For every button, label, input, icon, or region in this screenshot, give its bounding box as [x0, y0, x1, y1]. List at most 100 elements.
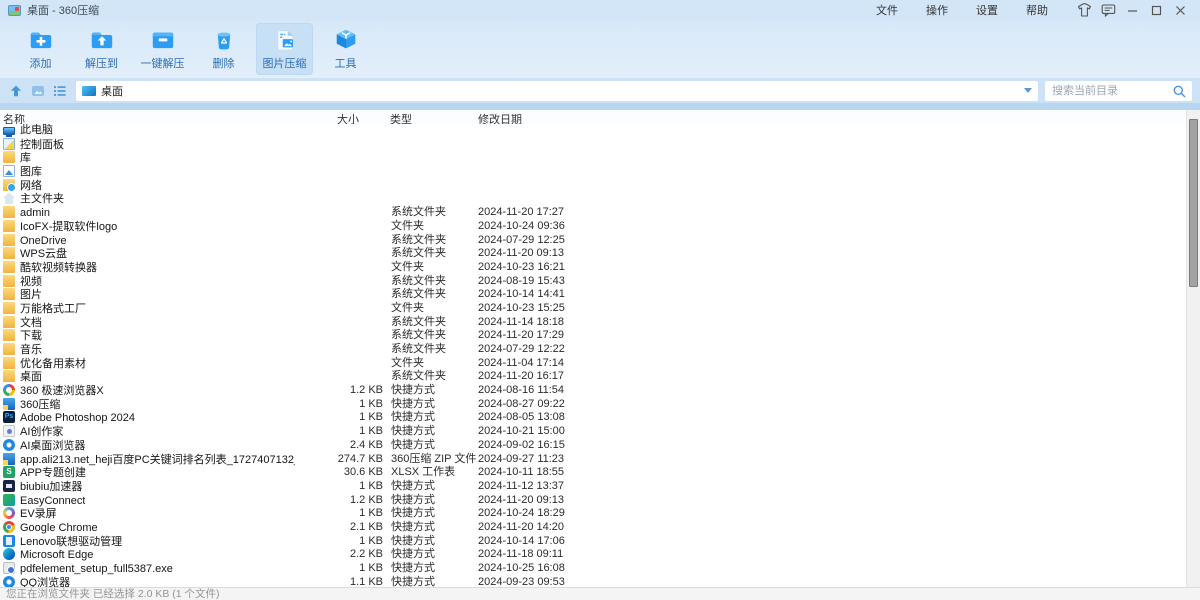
address-dropdown-icon[interactable] — [1024, 88, 1032, 93]
file-row[interactable]: IcoFX-提取软件logo文件夹2024-10-24 09:36 — [0, 220, 1200, 234]
up-arrow-button[interactable] — [6, 82, 26, 100]
file-type: 文件夹 — [391, 302, 424, 316]
folder-icon — [3, 275, 15, 287]
toolbar-button-extract-to[interactable]: 解压到 — [73, 23, 130, 75]
file-row[interactable]: 图片系统文件夹2024-10-14 14:41 — [0, 288, 1200, 302]
file-row[interactable]: 视频系统文件夹2024-08-19 15:43 — [0, 275, 1200, 289]
file-row[interactable]: Adobe Photoshop 20241 KB快捷方式2024-08-05 1… — [0, 411, 1200, 425]
app-window: 桌面 - 360压缩 文件 操作 设置 帮助 — [0, 0, 1200, 600]
evrec-icon — [3, 507, 15, 519]
file-row[interactable]: 主文件夹 — [0, 192, 1200, 206]
file-type: 快捷方式 — [391, 562, 435, 576]
file-row[interactable]: biubiu加速器1 KB快捷方式2024-11-12 13:37 — [0, 480, 1200, 494]
toolbar-label-add: 添加 — [30, 55, 52, 71]
toolbar-button-tools[interactable]: 工具 — [317, 23, 374, 75]
file-date: 2024-11-12 13:37 — [478, 480, 564, 494]
file-row[interactable]: AI桌面浏览器2.4 KB快捷方式2024-09-02 16:15 — [0, 439, 1200, 453]
file-date: 2024-10-21 15:00 — [478, 425, 565, 439]
toolbar-button-image-compress[interactable]: 图片压缩 — [256, 23, 313, 75]
menu-help[interactable]: 帮助 — [1012, 2, 1062, 18]
file-type: XLSX 工作表 — [391, 466, 455, 480]
file-name: AI创作家 — [3, 425, 63, 440]
search-icon[interactable] — [1172, 84, 1187, 99]
file-size: 1 KB — [295, 562, 383, 576]
monitor-icon — [3, 127, 15, 135]
file-size: 1 KB — [295, 535, 383, 549]
file-type: 快捷方式 — [391, 411, 435, 425]
file-row[interactable]: EasyConnect1.2 KB快捷方式2024-11-20 09:13 — [0, 494, 1200, 508]
add-folder-icon — [28, 27, 54, 53]
gallery-icon — [3, 165, 15, 177]
file-name: 图片 — [3, 288, 42, 303]
file-row[interactable]: 360压缩1 KB快捷方式2024-08-27 09:22 — [0, 398, 1200, 412]
theme-skin-icon[interactable] — [1072, 1, 1096, 19]
file-row[interactable]: EV录屏1 KB快捷方式2024-10-24 18:29 — [0, 507, 1200, 521]
file-row[interactable]: OneDrive系统文件夹2024-07-29 12:25 — [0, 234, 1200, 248]
file-row[interactable]: Lenovo联想驱动管理1 KB快捷方式2024-10-14 17:06 — [0, 535, 1200, 549]
folder-icon — [3, 316, 15, 328]
file-name: 主文件夹 — [3, 192, 64, 207]
file-row[interactable]: 音乐系统文件夹2024-07-29 12:22 — [0, 343, 1200, 357]
file-row[interactable]: WPS云盘系统文件夹2024-11-20 09:13 — [0, 247, 1200, 261]
icon-view-button[interactable] — [28, 82, 48, 100]
menu-actions[interactable]: 操作 — [912, 2, 962, 18]
folder-icon — [3, 370, 15, 382]
file-row[interactable]: Google Chrome2.1 KB快捷方式2024-11-20 14:20 — [0, 521, 1200, 535]
list-view-button[interactable] — [50, 82, 70, 100]
file-date: 2024-11-18 09:11 — [478, 548, 563, 562]
file-name: 音乐 — [3, 343, 42, 358]
toolbar-button-delete[interactable]: 删除 — [195, 23, 252, 75]
file-row[interactable]: APP专题创建30.6 KBXLSX 工作表2024-10-11 18:55 — [0, 466, 1200, 480]
file-row[interactable]: 文档系统文件夹2024-11-14 18:18 — [0, 316, 1200, 330]
file-name: app.ali213.net_heji百度PC关键词排名列表_172740713… — [3, 453, 295, 468]
minimize-button[interactable] — [1120, 1, 1144, 19]
file-name: 视频 — [3, 275, 42, 290]
file-type: 快捷方式 — [391, 398, 435, 412]
maximize-button[interactable] — [1144, 1, 1168, 19]
folder-icon — [3, 302, 15, 314]
file-row[interactable]: 优化备用素材文件夹2024-11-04 17:14 — [0, 357, 1200, 371]
address-input[interactable]: 桌面 — [76, 81, 1038, 101]
feedback-icon[interactable] — [1096, 1, 1120, 19]
file-date: 2024-10-23 15:25 — [478, 302, 565, 316]
file-date: 2024-10-11 18:55 — [478, 466, 564, 480]
menu-settings[interactable]: 设置 — [962, 2, 1012, 18]
file-size: 30.6 KB — [295, 466, 383, 480]
file-row[interactable]: 酷软视频转换器文件夹2024-10-23 16:21 — [0, 261, 1200, 275]
toolbar-button-add[interactable]: 添加 — [12, 23, 69, 75]
file-row[interactable]: 此电脑 — [0, 124, 1200, 138]
file-row[interactable]: 图库 — [0, 165, 1200, 179]
statusbar: 您正在浏览文件夹 已经选择 2.0 KB (1 个文件) — [0, 587, 1200, 600]
file-row[interactable]: AI创作家1 KB快捷方式2024-10-21 15:00 — [0, 425, 1200, 439]
network-icon — [3, 179, 15, 191]
file-date: 2024-10-14 14:41 — [478, 288, 565, 302]
file-date: 2024-08-27 09:22 — [478, 398, 565, 412]
file-name: 优化备用素材 — [3, 357, 86, 372]
file-date: 2024-11-04 17:14 — [478, 357, 564, 371]
close-button[interactable] — [1168, 1, 1192, 19]
file-row[interactable]: 360 极速浏览器X1.2 KB快捷方式2024-08-16 11:54 — [0, 384, 1200, 398]
file-row[interactable]: Microsoft Edge2.2 KB快捷方式2024-11-18 09:11 — [0, 548, 1200, 562]
file-date: 2024-11-20 16:17 — [478, 370, 564, 384]
file-row[interactable]: 库 — [0, 151, 1200, 165]
file-row[interactable]: admin系统文件夹2024-11-20 17:27 — [0, 206, 1200, 220]
file-row[interactable]: 控制面板 — [0, 138, 1200, 152]
toolbar-button-one-click-extract[interactable]: 一键解压 — [134, 23, 191, 75]
file-row[interactable]: app.ali213.net_heji百度PC关键词排名列表_172740713… — [0, 453, 1200, 467]
file-name: pdfelement_setup_full5387.exe — [3, 562, 173, 577]
file-row[interactable]: pdfelement_setup_full5387.exe1 KB快捷方式202… — [0, 562, 1200, 576]
scrollbar-thumb[interactable] — [1189, 119, 1198, 287]
file-size: 274.7 KB — [295, 453, 383, 467]
file-row[interactable]: 万能格式工厂文件夹2024-10-23 15:25 — [0, 302, 1200, 316]
file-row[interactable]: 桌面系统文件夹2024-11-20 16:17 — [0, 370, 1200, 384]
ps-icon — [3, 411, 15, 423]
menu-file[interactable]: 文件 — [862, 2, 912, 18]
file-type: 系统文件夹 — [391, 247, 446, 261]
file-row[interactable]: 下载系统文件夹2024-11-20 17:29 — [0, 329, 1200, 343]
file-name: Microsoft Edge — [3, 548, 93, 563]
file-row[interactable]: QQ浏览器1.1 KB快捷方式2024-09-23 09:53 — [0, 576, 1200, 587]
file-row[interactable]: 网络 — [0, 179, 1200, 193]
vertical-scrollbar[interactable] — [1186, 110, 1200, 587]
search-input[interactable] — [1045, 81, 1192, 101]
file-type: 系统文件夹 — [391, 329, 446, 343]
